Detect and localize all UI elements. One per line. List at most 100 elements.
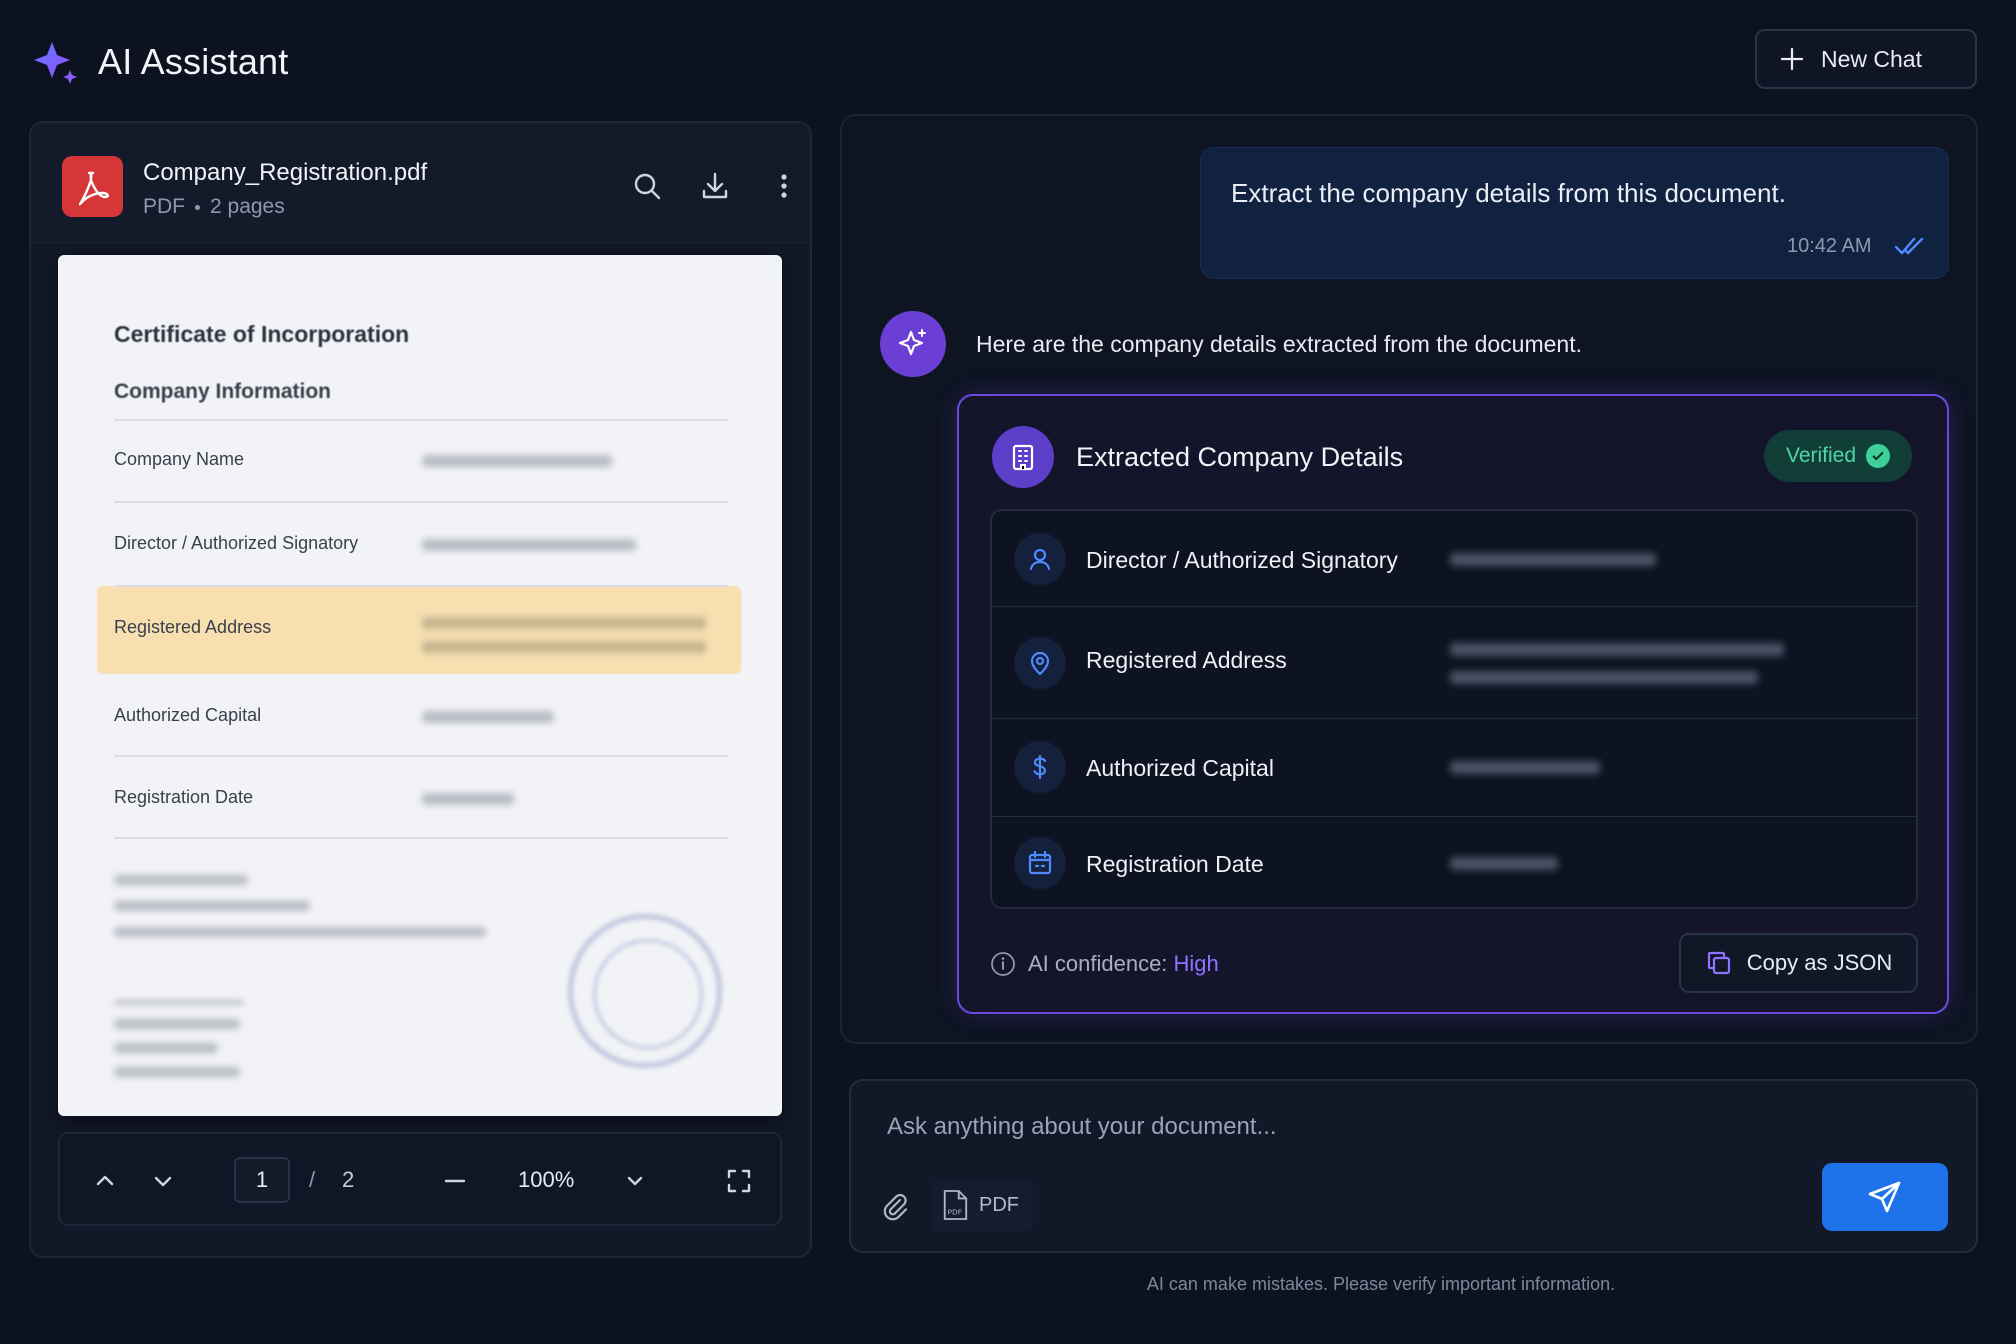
user-message-bubble: Extract the company details from this do… — [1200, 147, 1949, 279]
user-message-text: Extract the company details from this do… — [1231, 178, 1786, 208]
extracted-details-card: Extracted Company Details Verified Direc… — [957, 394, 1949, 1014]
ai-avatar — [880, 311, 946, 377]
redacted-value — [422, 641, 706, 653]
calendar-icon — [1014, 837, 1066, 889]
pdf-document-icon: PDF — [943, 1190, 968, 1220]
file-type: PDF — [143, 195, 185, 218]
document-section-heading: Company Information — [114, 380, 332, 403]
field-row-address: Registered Address — [992, 607, 1916, 719]
new-chat-button[interactable]: New Chat — [1755, 29, 1977, 89]
meta-separator-dot — [195, 204, 200, 210]
ai-confidence: AI confidence: High — [990, 951, 1219, 977]
app-header: AI Assistant New Chat — [0, 0, 2016, 118]
fullscreen-button[interactable] — [722, 1164, 756, 1198]
confidence-value: High — [1173, 951, 1219, 976]
document-row-label: Registration Date — [114, 787, 254, 807]
confidence-label: AI confidence: — [1028, 951, 1168, 976]
plus-icon — [1780, 47, 1804, 71]
document-row-label: Registered Address — [114, 617, 272, 637]
field-row-capital: Authorized Capital — [992, 719, 1916, 817]
redacted-text — [114, 1067, 240, 1077]
document-viewer: Company_Registration.pdf PDF 2 pages Cer… — [29, 121, 812, 1258]
search-document-button[interactable] — [629, 168, 665, 204]
message-input[interactable] — [887, 1107, 1787, 1147]
file-name: Company_Registration.pdf — [143, 159, 428, 186]
field-label: Director / Authorized Signatory — [1086, 547, 1398, 573]
download-icon — [702, 172, 728, 199]
document-divider — [114, 419, 728, 421]
minus-icon — [444, 1179, 466, 1183]
document-divider — [114, 585, 728, 587]
redacted-value — [422, 711, 554, 723]
next-page-button[interactable] — [146, 1164, 180, 1198]
download-button[interactable] — [697, 168, 733, 204]
document-title: Certificate of Incorporation — [114, 321, 410, 347]
document-row-label: Company Name — [114, 449, 245, 469]
sparkle-icon — [898, 329, 926, 356]
user-icon — [1014, 533, 1066, 585]
total-pages: 2 — [342, 1167, 355, 1192]
official-seal-stamp — [568, 914, 722, 1068]
card-title: Extracted Company Details — [1076, 442, 1404, 472]
redacted-field-value — [1450, 553, 1656, 566]
pdf-file-icon — [62, 156, 123, 217]
file-meta: PDF 2 pages — [143, 195, 285, 219]
page-count: 2 pages — [210, 195, 285, 218]
redacted-field-value — [1450, 761, 1600, 774]
building-icon — [992, 426, 1054, 488]
double-check-icon — [1894, 237, 1924, 255]
message-composer: PDF PDF — [849, 1079, 1978, 1253]
redacted-value — [422, 455, 612, 467]
redacted-value — [422, 793, 514, 805]
paperclip-icon — [883, 1193, 908, 1221]
redacted-text — [114, 901, 310, 911]
redacted-value — [422, 617, 706, 629]
location-pin-icon — [1014, 637, 1066, 689]
copy-json-button[interactable]: Copy as JSON — [1679, 933, 1918, 993]
redacted-text — [114, 1043, 218, 1053]
attachment-label: PDF — [979, 1193, 1019, 1216]
message-timestamp: 10:42 AM — [1787, 235, 1872, 257]
chevron-down-icon — [154, 1176, 172, 1187]
redacted-value — [422, 539, 636, 551]
signature-line — [114, 1001, 244, 1004]
sparkle-logo-icon — [32, 38, 80, 86]
new-chat-label: New Chat — [1821, 45, 1922, 72]
previous-page-button[interactable] — [88, 1164, 122, 1198]
search-icon — [634, 173, 661, 200]
field-row-director: Director / Authorized Signatory — [992, 511, 1916, 607]
send-button[interactable] — [1822, 1163, 1948, 1231]
dollar-icon — [1014, 741, 1066, 793]
field-label: Authorized Capital — [1086, 755, 1274, 781]
document-row-label: Authorized Capital — [114, 705, 262, 725]
info-icon — [991, 952, 1015, 976]
attach-file-button[interactable] — [875, 1187, 915, 1227]
zoom-out-button[interactable] — [438, 1164, 472, 1198]
chevron-down-icon — [627, 1176, 643, 1186]
svg-text:PDF: PDF — [948, 1207, 963, 1216]
field-label: Registered Address — [1086, 647, 1287, 673]
zoom-dropdown-button[interactable] — [618, 1164, 652, 1198]
redacted-text — [114, 1019, 240, 1029]
document-page-preview[interactable]: Certificate of Incorporation Company Inf… — [58, 255, 782, 1116]
redacted-text — [114, 927, 486, 937]
page-separator: / — [309, 1167, 316, 1192]
ai-message-text: Here are the company details extracted f… — [976, 331, 1582, 357]
check-circle-icon — [1866, 444, 1891, 468]
disclaimer-note: AI can make mistakes. Please verify impo… — [1146, 1274, 1616, 1294]
send-icon — [1868, 1181, 1901, 1213]
pdf-attachment-chip[interactable]: PDF PDF — [931, 1179, 1033, 1231]
field-label: Registration Date — [1086, 851, 1264, 877]
chevron-up-icon — [96, 1175, 114, 1186]
extracted-fields-list: Director / Authorized Signatory Register… — [990, 509, 1918, 909]
zoom-level: 100% — [518, 1167, 575, 1192]
copy-icon — [1707, 951, 1730, 975]
page-controls: 1 / 2 100% — [58, 1132, 782, 1226]
field-row-date: Registration Date — [992, 817, 1916, 907]
verified-label: Verified — [1785, 444, 1857, 467]
more-options-button[interactable] — [766, 168, 802, 204]
document-divider — [114, 837, 728, 839]
chat-panel: Extract the company details from this do… — [840, 114, 1978, 1044]
page-number-input[interactable]: 1 — [234, 1157, 290, 1203]
fullscreen-icon — [727, 1169, 751, 1193]
